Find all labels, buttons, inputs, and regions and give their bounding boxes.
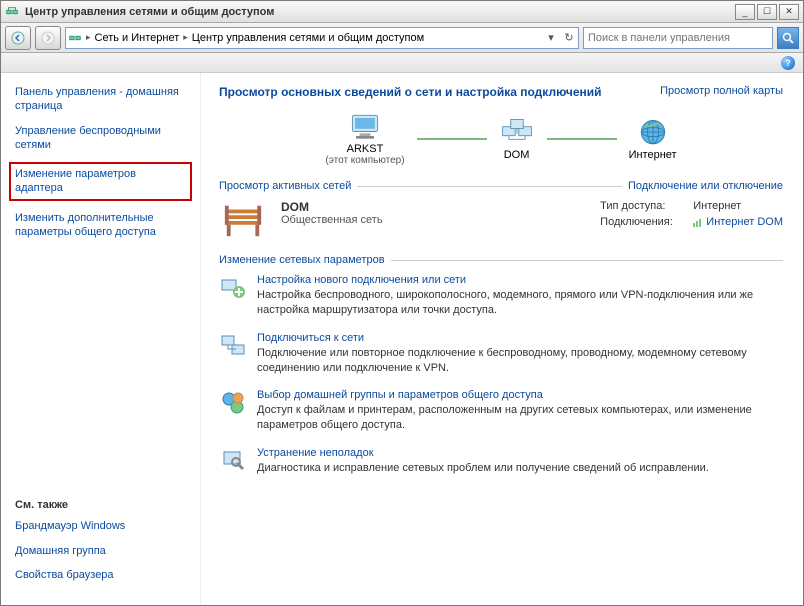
sidebar-link-wireless[interactable]: Управление беспроводными сетями <box>15 124 186 153</box>
breadcrumb-segment[interactable]: Центр управления сетями и общим доступом <box>192 32 424 44</box>
node-internet[interactable]: Интернет <box>629 117 677 161</box>
content-area: Панель управления - домашняя страница Уп… <box>1 73 803 605</box>
maximize-button[interactable]: ☐ <box>757 4 777 20</box>
task-homegroup: Выбор домашней группы и параметров общег… <box>219 389 783 433</box>
connections-label: Подключения: <box>600 216 690 228</box>
task-troubleshoot: Устранение неполадок Диагностика и испра… <box>219 447 783 476</box>
node-network[interactable]: DOM <box>499 117 535 161</box>
toolbar: ? <box>1 53 803 73</box>
node-network-name: DOM <box>499 149 535 161</box>
seealso-link-firewall[interactable]: Брандмауэр Windows <box>15 519 186 533</box>
titlebar[interactable]: Центр управления сетями и общим доступом… <box>1 1 803 23</box>
see-also-heading: См. также <box>15 499 186 511</box>
signal-icon <box>693 217 703 227</box>
sidebar-link-sharing[interactable]: Изменить дополнительные параметры общего… <box>15 211 186 240</box>
task-connect: Подключиться к сети Подключение или повт… <box>219 332 783 376</box>
task-new-connection: Настройка нового подключения или сети На… <box>219 274 783 318</box>
connection-line <box>547 138 617 140</box>
access-type-label: Тип доступа: <box>600 200 690 212</box>
navigation-bar: ▸ Сеть и Интернет ▸ Центр управления сет… <box>1 23 803 53</box>
chevron-right-icon: ▸ <box>183 32 188 43</box>
network-type: Общественная сеть <box>281 214 586 226</box>
node-computer-name: ARKST <box>325 143 404 155</box>
window-title: Центр управления сетями и общим доступом <box>25 6 735 18</box>
change-settings-legend: Изменение сетевых параметров <box>219 254 385 266</box>
back-button[interactable] <box>5 26 31 50</box>
task-new-connection-desc: Настройка беспроводного, широкополосного… <box>257 288 783 318</box>
seealso-link-browser[interactable]: Свойства браузера <box>15 568 186 582</box>
access-type-value: Интернет <box>693 200 741 212</box>
full-map-link[interactable]: Просмотр полной карты <box>660 85 783 97</box>
task-homegroup-link[interactable]: Выбор домашней группы и параметров общег… <box>257 389 543 401</box>
troubleshoot-icon <box>219 447 247 475</box>
connect-icon <box>219 332 247 360</box>
sidebar: Панель управления - домашняя страница Уп… <box>1 73 201 605</box>
see-also-section: См. также Брандмауэр Windows Домашняя гр… <box>15 499 186 582</box>
change-settings-section: Изменение сетевых параметров Настройка н… <box>219 254 783 476</box>
control-panel-window: Центр управления сетями и общим доступом… <box>0 0 804 606</box>
task-homegroup-desc: Доступ к файлам и принтерам, расположенн… <box>257 403 783 433</box>
breadcrumb-icon <box>68 31 82 45</box>
seealso-link-homegroup[interactable]: Домашняя группа <box>15 544 186 558</box>
search-button[interactable] <box>777 27 799 49</box>
active-networks-section: Просмотр активных сетей Подключение или … <box>219 180 783 240</box>
sidebar-link-home[interactable]: Панель управления - домашняя страница <box>15 85 186 114</box>
node-internet-name: Интернет <box>629 149 677 161</box>
computer-icon <box>347 111 383 143</box>
main-panel: Просмотр основных сведений о сети и наст… <box>201 73 803 605</box>
node-computer-sub: (этот компьютер) <box>325 155 404 166</box>
homegroup-icon <box>219 389 247 417</box>
task-connect-desc: Подключение или повторное подключение к … <box>257 346 783 376</box>
task-troubleshoot-desc: Диагностика и исправление сетевых пробле… <box>257 461 709 476</box>
connection-line <box>417 138 487 140</box>
breadcrumb-segment[interactable]: Сеть и Интернет <box>95 32 180 44</box>
task-connect-link[interactable]: Подключиться к сети <box>257 332 364 344</box>
help-icon[interactable]: ? <box>781 56 795 70</box>
address-bar[interactable]: ▸ Сеть и Интернет ▸ Центр управления сет… <box>65 27 579 49</box>
forward-button[interactable] <box>35 26 61 50</box>
network-icon <box>499 117 535 149</box>
network-map-section: Просмотр основных сведений о сети и наст… <box>219 85 783 166</box>
refresh-button[interactable]: ↻ <box>562 31 576 44</box>
connection-link[interactable]: Интернет DOM <box>706 216 783 228</box>
connect-disconnect-link[interactable]: Подключение или отключение <box>628 180 783 192</box>
search-input[interactable] <box>584 32 772 44</box>
network-center-icon <box>5 5 19 19</box>
node-computer[interactable]: ARKST (этот компьютер) <box>325 111 404 166</box>
globe-icon <box>635 117 671 149</box>
network-details: Тип доступа: Интернет Подключения: Интер… <box>600 200 783 232</box>
chevron-right-icon: ▸ <box>86 32 91 43</box>
network-name[interactable]: DOM <box>281 200 586 214</box>
sidebar-link-adapter-settings[interactable]: Изменение параметров адаптера <box>9 162 192 201</box>
active-network-row: DOM Общественная сеть Тип доступа: Интер… <box>219 200 783 240</box>
search-box[interactable] <box>583 27 773 49</box>
close-button[interactable]: ✕ <box>779 4 799 20</box>
task-troubleshoot-link[interactable]: Устранение неполадок <box>257 447 374 459</box>
search-icon <box>782 32 794 44</box>
bench-icon <box>219 200 267 240</box>
task-new-connection-link[interactable]: Настройка нового подключения или сети <box>257 274 466 286</box>
address-dropdown[interactable]: ▾ <box>544 31 558 44</box>
new-connection-icon <box>219 274 247 302</box>
active-networks-legend: Просмотр активных сетей <box>219 180 351 192</box>
network-map: ARKST (этот компьютер) DOM Интернет <box>219 111 783 166</box>
minimize-button[interactable]: _ <box>735 4 755 20</box>
